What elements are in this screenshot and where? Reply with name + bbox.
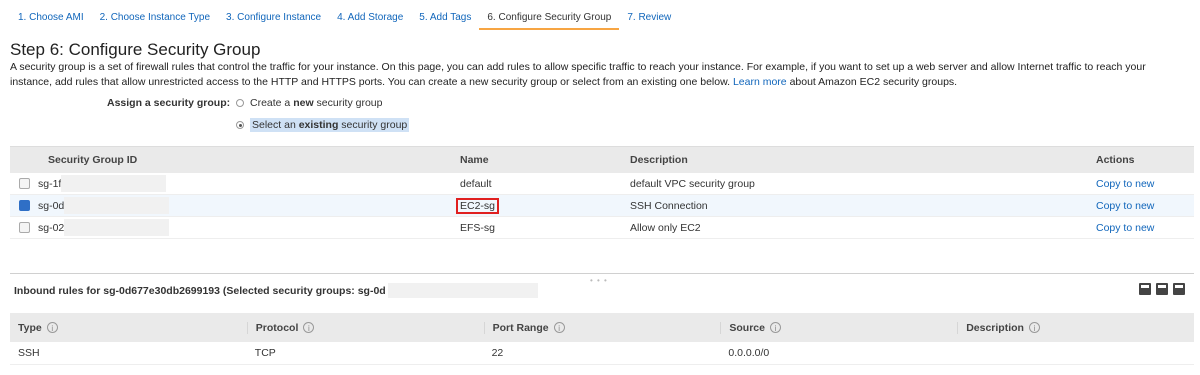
header-source: Source i bbox=[720, 321, 957, 334]
radio-create-new[interactable]: Create a new security group bbox=[236, 97, 383, 109]
info-icon[interactable]: i bbox=[303, 322, 315, 333]
header-type: Type i bbox=[10, 322, 247, 334]
header-protocol-label: Protocol bbox=[255, 321, 299, 334]
tab-choose-instance-type[interactable]: 2. Choose Instance Type bbox=[92, 8, 218, 30]
view-toggle-group bbox=[1139, 283, 1185, 295]
info-icon[interactable]: i bbox=[553, 322, 565, 333]
header-port-range: Port Range i bbox=[483, 321, 721, 334]
header-protocol: Protocol i bbox=[246, 321, 484, 334]
rule-port-range: 22 bbox=[491, 347, 504, 359]
radio-create-new-control[interactable] bbox=[236, 99, 244, 107]
sg-id: sg-1f bbox=[38, 177, 62, 190]
header-actions: Actions bbox=[1096, 154, 1135, 166]
tab-add-tags[interactable]: 5. Add Tags bbox=[411, 8, 479, 30]
opt-new-prefix: Create a bbox=[250, 97, 294, 109]
opt-existing-suffix: security group bbox=[338, 119, 408, 131]
header-type-label: Type bbox=[18, 321, 42, 334]
sg-id: sg-0d bbox=[38, 199, 65, 212]
info-icon[interactable]: i bbox=[1028, 322, 1040, 333]
header-port-range-label: Port Range bbox=[492, 321, 549, 334]
inbound-rules-text: Inbound rules for sg-0d677e30db2699193 (… bbox=[14, 284, 386, 297]
copy-to-new-link[interactable]: Copy to new bbox=[1096, 178, 1194, 190]
inbound-rules-title: Inbound rules for sg-0d677e30db2699193 (… bbox=[14, 283, 538, 298]
row-checkbox[interactable] bbox=[18, 178, 30, 189]
rules-table-header: Type i Protocol i Port Range i Source i Desc… bbox=[10, 313, 1194, 342]
radio-select-existing[interactable]: Select an existing security group bbox=[236, 118, 410, 132]
opt-existing-prefix: Select an bbox=[252, 119, 299, 131]
redacted-block bbox=[387, 283, 538, 298]
tab-add-storage[interactable]: 4. Add Storage bbox=[329, 8, 411, 30]
header-source-label: Source bbox=[729, 321, 765, 334]
table-row[interactable]: sg-1f default default VPC security group… bbox=[10, 173, 1194, 195]
intro-suffix: about Amazon EC2 security groups. bbox=[789, 76, 958, 88]
info-icon[interactable]: i bbox=[770, 322, 781, 333]
header-description: Description i bbox=[957, 321, 1194, 334]
sg-id: sg-02 bbox=[38, 221, 65, 234]
info-icon[interactable]: i bbox=[46, 322, 58, 333]
opt-new-suffix: security group bbox=[313, 97, 383, 109]
intro-body: A security group is a set of firewall ru… bbox=[10, 61, 1146, 88]
panel-divider[interactable] bbox=[10, 273, 1194, 274]
rule-protocol: TCP bbox=[254, 347, 276, 359]
intro-text: A security group is a set of firewall ru… bbox=[10, 60, 1190, 90]
rule-source: 0.0.0.0/0 bbox=[728, 347, 770, 359]
security-group-table: Security Group ID Name Description Actio… bbox=[10, 146, 1194, 239]
redacted-block bbox=[61, 175, 167, 192]
row-checkbox[interactable] bbox=[18, 222, 30, 233]
radio-select-existing-label: Select an existing security group bbox=[250, 118, 410, 132]
inbound-rules-table: Type i Protocol i Port Range i Source i Desc… bbox=[10, 313, 1194, 365]
copy-to-new-link[interactable]: Copy to new bbox=[1096, 222, 1194, 234]
sg-name: EC2-sg bbox=[456, 197, 500, 214]
radio-create-new-label: Create a new security group bbox=[250, 97, 383, 109]
tab-configure-security-group[interactable]: 6. Configure Security Group bbox=[479, 8, 620, 30]
learn-more-link[interactable]: Learn more bbox=[733, 76, 787, 88]
copy-to-new-link[interactable]: Copy to new bbox=[1096, 200, 1194, 212]
rule-type: SSH bbox=[18, 347, 40, 359]
sg-table-header: Security Group ID Name Description Actio… bbox=[10, 146, 1194, 173]
view-bottom-icon[interactable] bbox=[1139, 283, 1151, 295]
header-description-label: Description bbox=[966, 321, 1024, 334]
redacted-block bbox=[64, 219, 170, 236]
tab-choose-ami[interactable]: 1. Choose AMI bbox=[10, 8, 92, 30]
view-top-icon[interactable] bbox=[1173, 283, 1185, 295]
header-security-group-id[interactable]: Security Group ID bbox=[38, 154, 460, 166]
sg-description: default VPC security group bbox=[630, 177, 755, 190]
header-description[interactable]: Description bbox=[630, 154, 1096, 166]
redacted-block bbox=[64, 197, 170, 214]
sg-name: EFS-sg bbox=[460, 221, 496, 234]
row-checkbox[interactable] bbox=[18, 200, 30, 211]
resize-grip-icon[interactable]: • • • bbox=[590, 276, 608, 285]
opt-existing-bold: existing bbox=[298, 119, 339, 131]
opt-new-bold: new bbox=[293, 97, 314, 109]
sg-description: SSH Connection bbox=[630, 199, 708, 212]
header-name[interactable]: Name bbox=[460, 154, 630, 166]
view-split-icon[interactable] bbox=[1156, 283, 1168, 295]
page-title: Step 6: Configure Security Group bbox=[10, 40, 261, 59]
tab-configure-instance[interactable]: 3. Configure Instance bbox=[218, 8, 329, 30]
table-row: SSH TCP 22 0.0.0.0/0 bbox=[10, 342, 1194, 365]
table-row[interactable]: sg-0d EC2-sg SSH Connection Copy to new bbox=[10, 195, 1194, 217]
table-row[interactable]: sg-02 EFS-sg Allow only EC2 Copy to new bbox=[10, 217, 1194, 239]
radio-select-existing-control[interactable] bbox=[236, 121, 244, 129]
sg-description: Allow only EC2 bbox=[630, 221, 701, 234]
assign-security-group-label: Assign a security group: bbox=[107, 97, 231, 109]
wizard-tabs: 1. Choose AMI 2. Choose Instance Type 3.… bbox=[10, 8, 679, 30]
tab-review[interactable]: 7. Review bbox=[619, 8, 679, 30]
sg-name: default bbox=[460, 177, 492, 190]
